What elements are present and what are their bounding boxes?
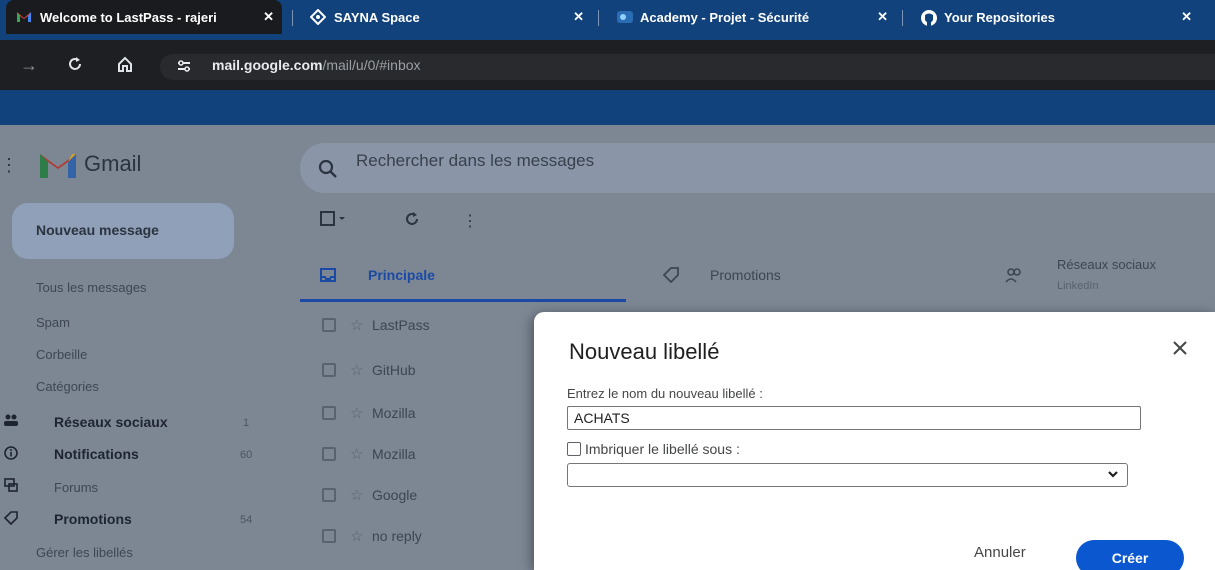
star-icon[interactable]: ☆ bbox=[350, 527, 363, 545]
sidebar-item-categories[interactable]: Catégories bbox=[36, 379, 99, 394]
sidebar-item-all-mail[interactable]: Tous les messages bbox=[36, 280, 147, 295]
url-text[interactable]: mail.google.com/mail/u/0/#inbox bbox=[212, 57, 421, 73]
create-button[interactable]: Créer bbox=[1076, 540, 1184, 570]
sidebar-item-social[interactable]: Réseaux sociaux bbox=[54, 414, 168, 430]
sidebar-item-promotions[interactable]: Promotions bbox=[54, 511, 132, 527]
info-icon bbox=[4, 446, 18, 460]
people-icon bbox=[1005, 266, 1023, 287]
row-sender[interactable]: Mozilla bbox=[372, 446, 416, 462]
site-info-icon[interactable] bbox=[176, 58, 194, 76]
tab-close-icon[interactable]: ✕ bbox=[877, 9, 888, 25]
tab-social[interactable]: Réseaux sociaux bbox=[1057, 257, 1156, 272]
label-name-prompt: Entrez le nom du nouveau libellé : bbox=[567, 386, 763, 401]
star-icon[interactable]: ☆ bbox=[350, 445, 363, 463]
row-checkbox[interactable] bbox=[322, 529, 336, 543]
sidebar-count-notifications: 60 bbox=[240, 449, 253, 461]
tab-close-icon[interactable]: ✕ bbox=[1181, 9, 1192, 25]
tab-academy[interactable]: Academy - Projet - Sécurité ✕ bbox=[606, 0, 896, 34]
row-checkbox[interactable] bbox=[322, 488, 336, 502]
row-sender[interactable]: no reply bbox=[372, 528, 422, 544]
row-checkbox[interactable] bbox=[322, 318, 336, 332]
nest-label-text: Imbriquer le libellé sous : bbox=[585, 441, 740, 457]
select-all-checkbox[interactable] bbox=[320, 211, 348, 232]
dialog-title: Nouveau libellé bbox=[569, 339, 720, 364]
people-icon bbox=[4, 413, 18, 427]
search-icon[interactable] bbox=[318, 159, 338, 184]
row-sender[interactable]: GitHub bbox=[372, 362, 416, 378]
tab-title: Welcome to LastPass - rajeri bbox=[40, 9, 217, 25]
row-sender[interactable]: LastPass bbox=[372, 317, 430, 333]
academy-icon bbox=[616, 9, 633, 25]
more-options-icon[interactable]: ⋮ bbox=[462, 211, 478, 231]
sidebar-item-trash[interactable]: Corbeille bbox=[36, 347, 87, 362]
sidebar-item-forums[interactable]: Forums bbox=[54, 480, 98, 495]
active-tab-indicator bbox=[300, 299, 626, 302]
inbox-icon bbox=[320, 267, 336, 286]
star-icon[interactable]: ☆ bbox=[350, 404, 363, 422]
star-icon[interactable]: ☆ bbox=[350, 316, 363, 334]
star-icon[interactable]: ☆ bbox=[350, 486, 363, 504]
gmail-app-name: Gmail bbox=[84, 151, 142, 176]
row-checkbox[interactable] bbox=[322, 447, 336, 461]
tab-sayna[interactable]: SAYNA Space ✕ bbox=[300, 0, 592, 34]
row-checkbox[interactable] bbox=[322, 363, 336, 377]
tag-icon bbox=[3, 511, 18, 526]
browser-tab-strip: Welcome to LastPass - rajeri ✕ SAYNA Spa… bbox=[0, 0, 1215, 40]
cancel-button[interactable]: Annuler bbox=[974, 544, 1026, 561]
compose-label: Nouveau message bbox=[36, 222, 159, 238]
forward-icon[interactable]: → bbox=[20, 55, 38, 75]
new-label-dialog: Nouveau libellé Entrez le nom du nouveau… bbox=[534, 312, 1215, 570]
sidebar-item-spam[interactable]: Spam bbox=[36, 315, 70, 330]
tab-close-icon[interactable]: ✕ bbox=[573, 9, 584, 25]
forum-icon bbox=[4, 478, 18, 492]
chevron-down-icon bbox=[1107, 468, 1119, 483]
close-icon[interactable] bbox=[1168, 336, 1192, 360]
home-icon[interactable] bbox=[116, 55, 134, 77]
nest-label-checkbox[interactable] bbox=[567, 442, 581, 456]
search-input[interactable]: Rechercher dans les messages bbox=[356, 151, 594, 171]
sayna-icon bbox=[309, 8, 327, 26]
tab-lastpass[interactable]: Welcome to LastPass - rajeri ✕ bbox=[6, 0, 282, 34]
url-path: /mail/u/0/#inbox bbox=[322, 57, 421, 73]
row-sender[interactable]: Google bbox=[372, 487, 417, 503]
row-sender[interactable]: Mozilla bbox=[372, 405, 416, 421]
sidebar-count-social: 1 bbox=[243, 417, 250, 429]
tab-title: SAYNA Space bbox=[334, 9, 420, 25]
nest-label-option[interactable]: Imbriquer le libellé sous : bbox=[567, 441, 740, 457]
star-icon[interactable]: ☆ bbox=[350, 361, 363, 379]
tab-promotions[interactable]: Promotions bbox=[710, 267, 781, 283]
url-host: mail.google.com bbox=[212, 57, 323, 73]
gmail-icon bbox=[16, 9, 32, 25]
sidebar-item-notifications[interactable]: Notifications bbox=[54, 446, 139, 462]
label-name-input[interactable] bbox=[567, 406, 1141, 430]
parent-label-select[interactable] bbox=[567, 463, 1128, 487]
tab-separator bbox=[292, 10, 293, 26]
row-checkbox[interactable] bbox=[322, 406, 336, 420]
reload-icon[interactable] bbox=[66, 55, 84, 77]
tab-close-icon[interactable]: ✕ bbox=[263, 9, 274, 25]
sidebar-item-manage-labels[interactable]: Gérer les libellés bbox=[36, 545, 133, 560]
main-menu-icon[interactable]: ⋮ bbox=[0, 155, 18, 176]
tag-icon bbox=[662, 266, 680, 287]
refresh-icon[interactable] bbox=[404, 211, 420, 232]
tab-title: Academy - Projet - Sécurité bbox=[640, 9, 810, 25]
tab-social-subtitle: LinkedIn bbox=[1057, 280, 1099, 292]
bookmarks-bar bbox=[0, 90, 1215, 125]
gmail-logo-icon[interactable] bbox=[38, 150, 78, 185]
github-icon bbox=[920, 9, 937, 26]
tab-title: Your Repositories bbox=[944, 9, 1056, 25]
tab-primary[interactable]: Principale bbox=[368, 267, 435, 283]
tab-separator bbox=[598, 10, 599, 26]
tab-github[interactable]: Your Repositories ✕ bbox=[910, 0, 1200, 34]
sidebar-count-promotions: 54 bbox=[240, 514, 253, 526]
tab-separator bbox=[902, 10, 903, 26]
